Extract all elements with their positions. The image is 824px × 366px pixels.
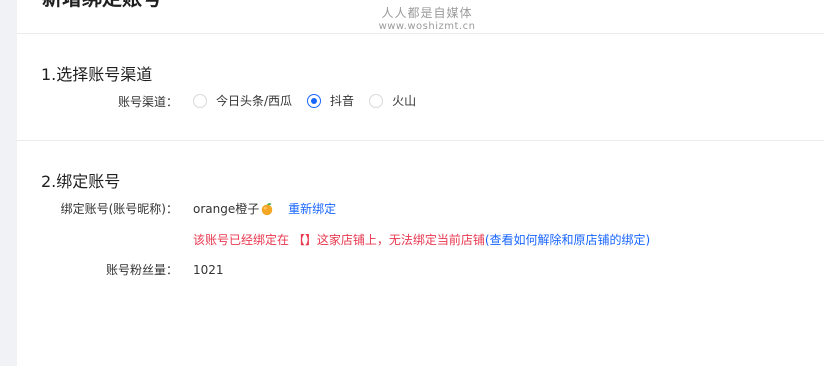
error-message: 该账号已经绑定在 【】这家店铺上，无法绑定当前店铺(查看如何解除和原店铺的绑定) bbox=[193, 232, 650, 248]
help-unbind-link[interactable]: (查看如何解除和原店铺的绑定) bbox=[485, 233, 650, 247]
watermark-line1: 人人都是自媒体 bbox=[381, 6, 473, 20]
bind-account-value: orange橙子 重新绑定 bbox=[193, 201, 336, 217]
radio-label-toutiao: 今日头条/西瓜 bbox=[216, 94, 293, 108]
fans-count: 1021 bbox=[193, 263, 224, 277]
section-title-bind: 2.绑定账号 bbox=[41, 172, 121, 191]
bind-account-panel: 新增绑定账号 人人都是自媒体 www.woshizmt.cn 1.选择账号渠道 … bbox=[17, 0, 824, 366]
page-title: 新增绑定账号 bbox=[42, 0, 162, 10]
header-divider bbox=[17, 33, 824, 34]
section-divider bbox=[17, 140, 824, 141]
radio-label-douyin: 抖音 bbox=[330, 94, 355, 108]
section-title-channel: 1.选择账号渠道 bbox=[41, 65, 153, 84]
watermark: 人人都是自媒体 www.woshizmt.cn bbox=[357, 6, 497, 34]
watermark-line2: www.woshizmt.cn bbox=[378, 21, 476, 32]
radio-option-toutiao[interactable]: 今日头条/西瓜 bbox=[193, 93, 292, 109]
radio-option-douyin[interactable]: 抖音 bbox=[307, 93, 354, 109]
orange-emoji-icon bbox=[262, 203, 273, 216]
radio-label-huoshan: 火山 bbox=[392, 94, 417, 108]
account-nickname: orange橙子 bbox=[193, 202, 260, 216]
left-sidebar-edge bbox=[0, 0, 17, 366]
rebind-link[interactable]: 重新绑定 bbox=[288, 202, 336, 216]
channel-label: 账号渠道： bbox=[117, 95, 178, 109]
error-text: 该账号已经绑定在 【】这家店铺上，无法绑定当前店铺 bbox=[193, 233, 485, 247]
fans-label: 账号粉丝量： bbox=[105, 263, 178, 277]
radio-circle-icon[interactable] bbox=[193, 94, 207, 108]
radio-circle-icon[interactable] bbox=[369, 94, 384, 108]
bind-account-label: 绑定账号(账号昵称)： bbox=[60, 202, 178, 216]
radio-checked-icon[interactable] bbox=[307, 94, 322, 108]
channel-radio-group: 今日头条/西瓜 抖音 火山 bbox=[193, 93, 431, 109]
radio-option-huoshan[interactable]: 火山 bbox=[369, 93, 416, 109]
